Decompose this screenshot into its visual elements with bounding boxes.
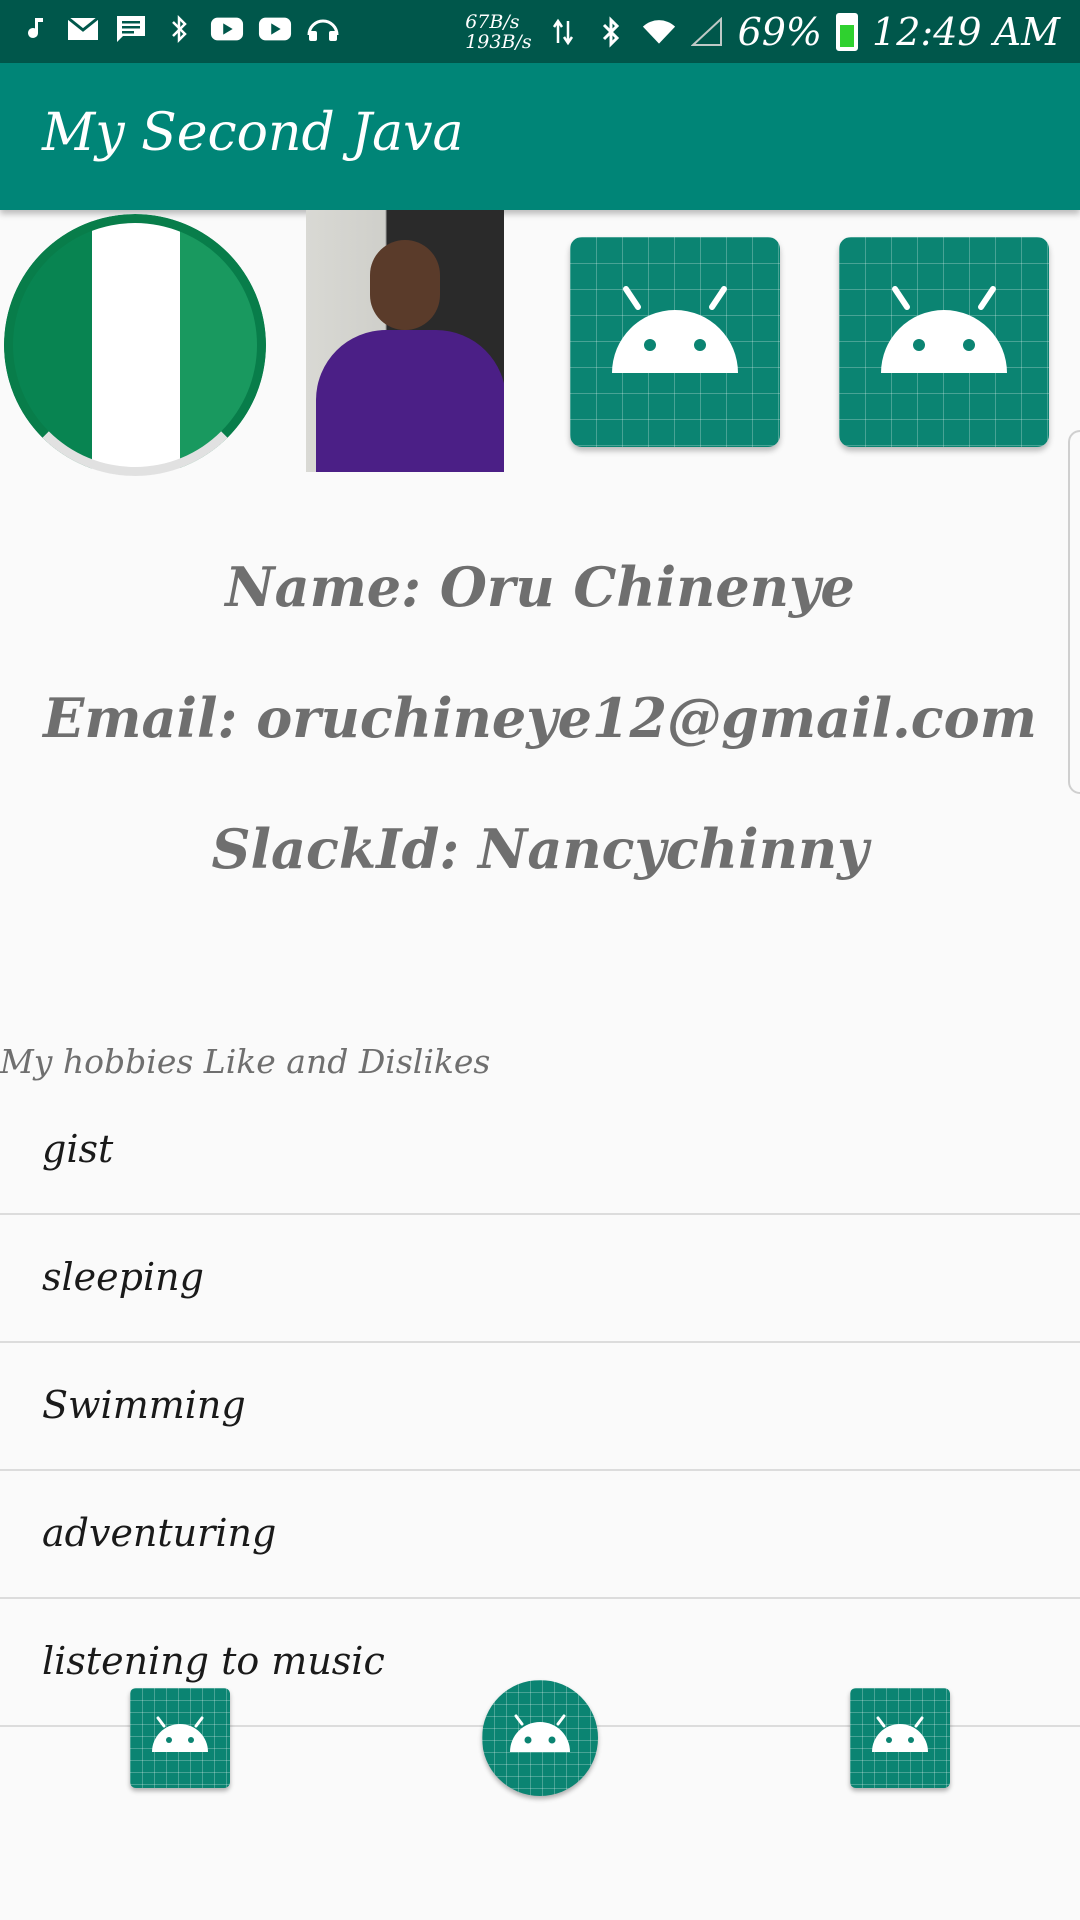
android-square-icon[interactable] — [850, 1688, 950, 1788]
headset-icon — [306, 12, 340, 46]
clock: 12:49 AM — [872, 9, 1060, 54]
list-item-label: sleeping — [42, 1255, 204, 1299]
data-arrows-icon — [546, 15, 580, 49]
app-title: My Second Java — [42, 103, 464, 163]
battery-icon — [836, 12, 859, 51]
android-launcher-icon — [839, 237, 1049, 447]
list-item-label: listening to music — [42, 1639, 385, 1683]
list-item[interactable]: sleeping — [0, 1215, 1080, 1343]
net-speed-down: 193B/s — [465, 30, 532, 53]
app-bar: My Second Java — [0, 63, 1080, 210]
list-item-label: Swimming — [42, 1383, 246, 1427]
network-speed: 67B/s 193B/s — [465, 12, 531, 52]
music-note-icon — [18, 12, 52, 46]
mail-icon — [66, 12, 100, 46]
profile-name: Name: Oru Chinenye — [225, 555, 855, 619]
youtube-icon — [210, 12, 244, 46]
android-launcher-icon — [570, 237, 780, 447]
signal-icon — [690, 15, 724, 49]
profile-photo — [306, 210, 504, 472]
profile-email: Email: oruchineye12@gmail.com — [43, 686, 1037, 750]
status-bar: 67B/s 193B/s 69% 12:49 AM — [0, 0, 1080, 63]
android-square-icon[interactable] — [130, 1688, 230, 1788]
bluetooth-icon — [162, 12, 196, 46]
android-round-icon[interactable] — [482, 1680, 598, 1796]
net-speed-up: 67B/s — [465, 10, 520, 33]
list-item-label: gist — [42, 1127, 114, 1171]
profile-slack-id: SlackId: Nancychinny — [211, 817, 869, 881]
wifi-icon — [642, 15, 676, 49]
message-icon — [114, 12, 148, 46]
bluetooth-icon — [594, 15, 628, 49]
battery-percent: 69% — [737, 9, 823, 54]
list-item[interactable]: adventuring — [0, 1471, 1080, 1599]
hobbies-heading: My hobbies Like and Dislikes — [0, 1042, 491, 1081]
hobby-list: gist sleeping Swimming adventuring liste… — [0, 1087, 1080, 1727]
youtube-icon — [258, 12, 292, 46]
status-right: 67B/s 193B/s 69% 12:49 AM — [465, 0, 1060, 63]
nigeria-flag-image — [4, 214, 266, 476]
list-item[interactable]: gist — [0, 1087, 1080, 1215]
list-item-label: adventuring — [42, 1511, 277, 1555]
list-item[interactable]: Swimming — [0, 1343, 1080, 1471]
notification-icons — [18, 12, 340, 46]
